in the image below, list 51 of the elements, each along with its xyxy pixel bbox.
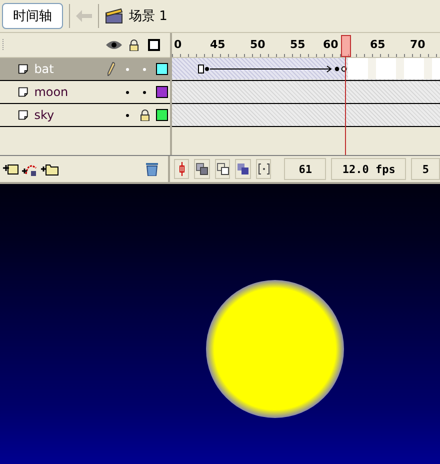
layer-icon bbox=[18, 109, 28, 121]
onion-outline-icon bbox=[216, 163, 229, 175]
frame-rate-field[interactable]: 12.0 fps bbox=[331, 158, 406, 180]
onion-skin-icon bbox=[196, 163, 208, 175]
visible-dot[interactable] bbox=[126, 114, 130, 116]
layer-icon bbox=[18, 63, 28, 75]
outline-color-swatch[interactable] bbox=[156, 63, 168, 75]
trash-icon[interactable] bbox=[146, 162, 158, 176]
layer-name: moon bbox=[34, 85, 70, 99]
clapperboard-icon bbox=[105, 8, 123, 24]
edit-multiple-frames-button[interactable] bbox=[235, 159, 251, 179]
add-guide-layer-icon[interactable] bbox=[22, 162, 38, 176]
visible-dot[interactable] bbox=[126, 90, 130, 94]
layer-icon bbox=[18, 86, 28, 98]
frame-number: 70 bbox=[410, 38, 426, 51]
frame-ruler[interactable]: 0 45 50 55 60 65 70 bbox=[172, 33, 440, 58]
visible-dot[interactable] bbox=[126, 68, 130, 70]
frame-number: 55 bbox=[290, 38, 306, 51]
frame-row[interactable] bbox=[172, 58, 440, 81]
unlocked-dot[interactable] bbox=[143, 90, 146, 94]
lock-icon[interactable] bbox=[140, 109, 150, 121]
frame-number: 0 bbox=[174, 38, 182, 51]
modify-markers-button[interactable] bbox=[256, 159, 272, 179]
frame-number: 50 bbox=[250, 38, 266, 51]
scene-label: 场景 1 bbox=[129, 8, 168, 25]
onion-skin-button[interactable] bbox=[194, 159, 210, 179]
grip-icon[interactable] bbox=[2, 39, 5, 51]
center-frame-icon bbox=[178, 162, 185, 176]
add-folder-icon[interactable] bbox=[41, 162, 59, 176]
frame-number: 65 bbox=[370, 38, 386, 51]
unlocked-dot[interactable] bbox=[143, 68, 146, 70]
elapsed-time-field: 5 bbox=[411, 158, 440, 180]
markers-icon bbox=[258, 163, 270, 175]
outline-icon[interactable] bbox=[148, 39, 160, 51]
playhead[interactable] bbox=[341, 35, 351, 57]
timeline-button[interactable]: 时间轴 bbox=[2, 3, 63, 29]
outline-color-swatch[interactable] bbox=[156, 109, 168, 121]
outline-color-swatch[interactable] bbox=[156, 86, 168, 98]
frame-row[interactable] bbox=[172, 104, 440, 127]
lock-icon[interactable] bbox=[129, 39, 139, 51]
onion-outline-button[interactable] bbox=[214, 159, 230, 179]
current-frame-field: 61 bbox=[284, 158, 326, 180]
layer-name: bat bbox=[34, 62, 55, 76]
add-layer-icon[interactable] bbox=[3, 162, 19, 176]
frame-row[interactable] bbox=[172, 81, 440, 104]
frame-number: 60 bbox=[323, 38, 338, 51]
edit-multiple-frames-icon bbox=[237, 163, 250, 175]
eye-icon[interactable] bbox=[106, 40, 122, 50]
layer-name: sky bbox=[34, 108, 56, 122]
frame-number: 45 bbox=[210, 38, 226, 51]
center-frame-button[interactable] bbox=[174, 159, 190, 179]
